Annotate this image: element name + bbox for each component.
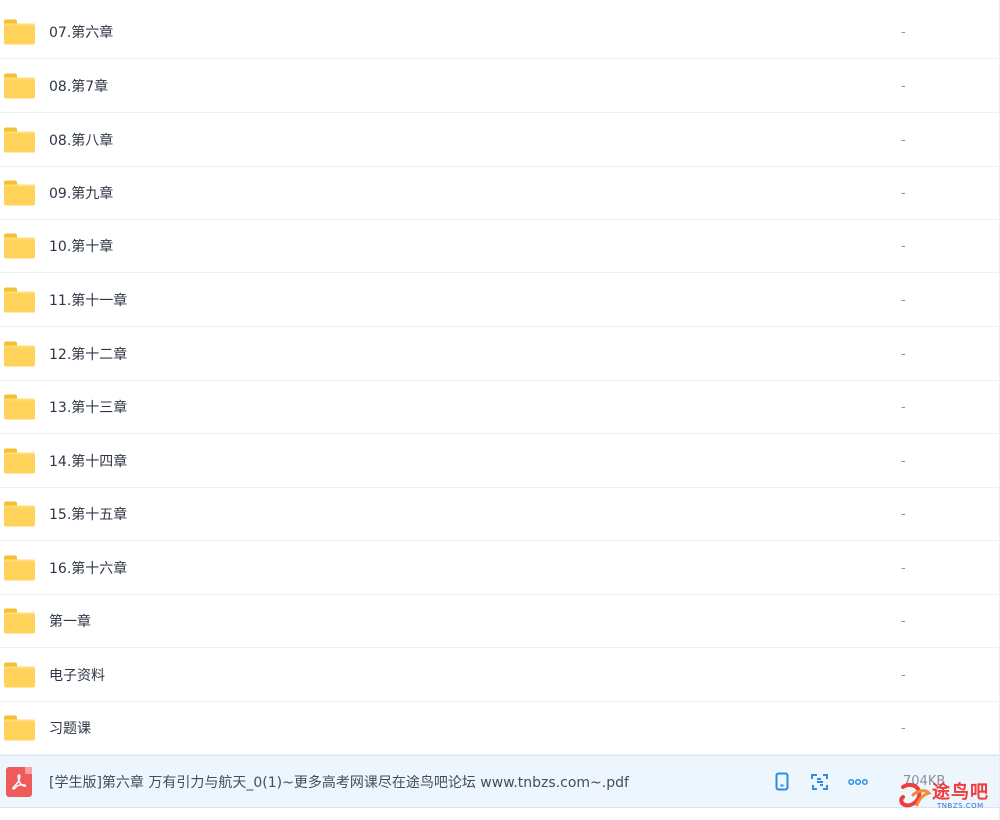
folder-size: -: [901, 506, 906, 522]
folder-size: -: [901, 399, 906, 415]
folder-size: -: [901, 613, 906, 629]
folder-size: -: [901, 720, 906, 736]
folder-icon: [4, 608, 35, 634]
folder-row[interactable]: 13.第十三章 -: [0, 381, 999, 434]
folder-name[interactable]: 16.第十六章: [49, 542, 127, 594]
folder-size: -: [901, 292, 906, 308]
folder-row[interactable]: 07.第六章 -: [0, 6, 999, 59]
folder-icon: [4, 180, 35, 206]
folder-name[interactable]: 电子资料: [49, 649, 105, 701]
folder-name[interactable]: 07.第六章: [49, 6, 113, 58]
folder-icon: [4, 448, 35, 474]
folder-row[interactable]: 习题课 -: [0, 702, 999, 755]
folder-row[interactable]: 10.第十章 -: [0, 220, 999, 273]
folder-icon: [4, 662, 35, 688]
folder-size: -: [901, 185, 906, 201]
folder-size: -: [901, 24, 906, 40]
folder-size: -: [901, 238, 906, 254]
folder-row[interactable]: 08.第7章 -: [0, 60, 999, 113]
watermark-sub: TNBZS.COM: [937, 802, 984, 810]
folder-row[interactable]: 08.第八章 -: [0, 114, 999, 167]
folder-size: -: [901, 560, 906, 576]
folder-name[interactable]: 14.第十四章: [49, 435, 127, 487]
folder-icon: [4, 341, 35, 367]
file-list: 07.第六章 - 08.第7章 - 08.第八章 - 09.第九章 - 10.第…: [0, 0, 1000, 820]
folder-row[interactable]: 14.第十四章 -: [0, 435, 999, 488]
folder-row[interactable]: 12.第十二章 -: [0, 328, 999, 381]
folder-icon: [4, 287, 35, 313]
folder-icon: [4, 394, 35, 420]
file-name[interactable]: [学生版]第六章 万有引力与航天_0(1)~更多高考网课尽在途鸟吧论坛 www.…: [49, 756, 629, 807]
pdf-glyph-icon: [12, 773, 27, 790]
folder-name[interactable]: 09.第九章: [49, 167, 113, 219]
folder-name[interactable]: 13.第十三章: [49, 381, 127, 433]
folder-size: -: [901, 667, 906, 683]
folder-name[interactable]: 习题课: [49, 702, 91, 754]
more-icon[interactable]: [848, 772, 868, 792]
folder-icon: [4, 127, 35, 153]
folder-icon: [4, 233, 35, 259]
bird-logo-icon: [899, 782, 932, 808]
folder-row[interactable]: 电子资料 -: [0, 649, 999, 702]
phone-icon[interactable]: [772, 772, 792, 792]
folder-name[interactable]: 10.第十章: [49, 220, 113, 272]
folder-name[interactable]: 08.第7章: [49, 60, 108, 112]
row-actions: [772, 756, 868, 807]
scan-icon[interactable]: [810, 772, 830, 792]
folder-size: -: [901, 453, 906, 469]
folder-icon: [4, 73, 35, 99]
folder-size: -: [901, 346, 906, 362]
file-row-selected[interactable]: [学生版]第六章 万有引力与航天_0(1)~更多高考网课尽在途鸟吧论坛 www.…: [0, 755, 999, 808]
folder-name[interactable]: 第一章: [49, 595, 91, 647]
folder-icon: [4, 555, 35, 581]
folder-row[interactable]: 09.第九章 -: [0, 167, 999, 220]
folder-name[interactable]: 15.第十五章: [49, 488, 127, 540]
watermark-logo: 途鸟吧 TNBZS.COM: [899, 777, 991, 817]
folder-name[interactable]: 08.第八章: [49, 114, 113, 166]
folder-icon: [4, 19, 35, 45]
folder-size: -: [901, 132, 906, 148]
folder-row[interactable]: 16.第十六章 -: [0, 542, 999, 595]
folder-icon: [4, 715, 35, 741]
folder-name[interactable]: 11.第十一章: [49, 274, 127, 326]
folder-row[interactable]: 15.第十五章 -: [0, 488, 999, 541]
folder-name[interactable]: 12.第十二章: [49, 328, 127, 380]
folder-row[interactable]: 第一章 -: [0, 595, 999, 648]
folder-size: -: [901, 78, 906, 94]
folder-icon: [4, 501, 35, 527]
pdf-icon: [6, 766, 32, 797]
watermark-text: 途鸟吧: [932, 782, 989, 803]
folder-row[interactable]: 11.第十一章 -: [0, 274, 999, 327]
